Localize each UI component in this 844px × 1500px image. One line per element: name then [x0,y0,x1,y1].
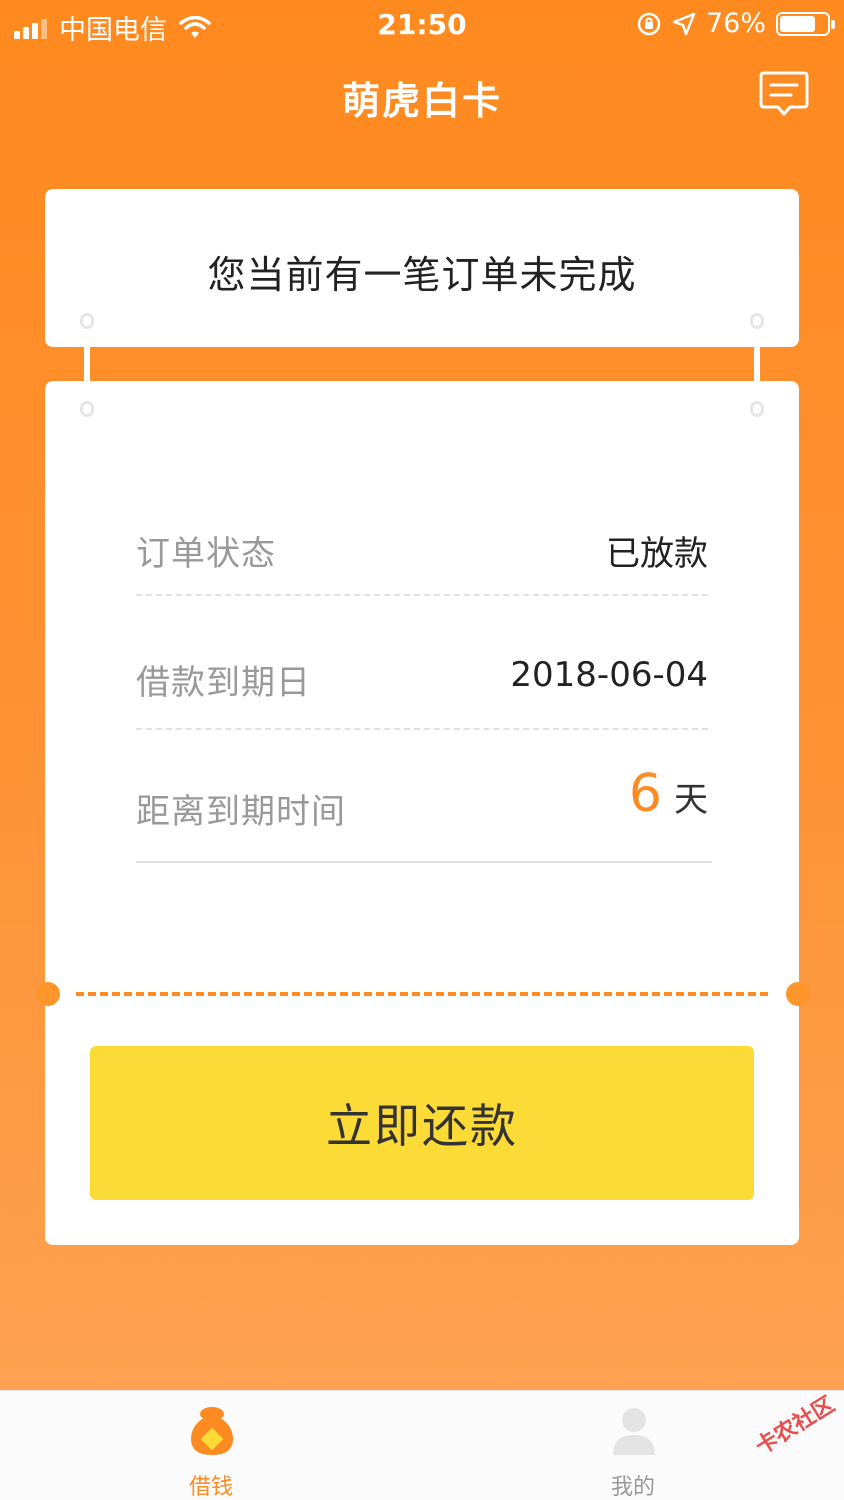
due-date-label: 借款到期日 [136,663,311,703]
battery-percent: 76% [705,8,766,39]
tear-line [76,992,768,996]
battery-icon [776,11,835,36]
row-divider [136,594,708,596]
ring-left-top [80,313,94,329]
ring-right-bottom [750,401,764,417]
ring-left-bottom [80,401,94,417]
tab-borrow-label: 借钱 [188,1475,233,1500]
location-icon [672,12,696,35]
repay-now-button[interactable]: 立即还款 [90,1046,754,1200]
page-title: 萌虎白卡 [341,79,502,123]
orientation-lock-icon [637,12,661,35]
remaining-value: 6天 [629,764,708,824]
tab-bar: 借钱 我的 [0,1390,844,1500]
notch-right [786,982,810,1006]
remaining-unit: 天 [674,780,708,820]
status-bar: 中国电信 21:50 76% [0,0,844,46]
row-divider-solid [136,861,712,863]
battery-fill [780,15,815,32]
user-icon [613,1408,655,1455]
remaining-days: 6 [628,764,662,824]
due-date-value: 2018-06-04 [510,655,708,695]
status-label: 订单状态 [136,534,276,574]
chat-bubble-icon [759,71,809,116]
row-divider [136,728,708,730]
notice-text: 您当前有一笔订单未完成 [207,253,637,297]
message-button[interactable] [758,70,810,118]
status-right: 76% [636,8,835,39]
ring-right-top [750,313,764,329]
tab-borrow[interactable]: 借钱 [111,1391,311,1500]
tab-mine-label: 我的 [610,1475,655,1500]
notch-left [36,982,60,1006]
money-bag-icon [191,1407,233,1455]
remaining-label: 距离到期时间 [136,792,346,832]
tab-mine[interactable]: 我的 [533,1391,733,1500]
status-value: 已放款 [606,534,708,574]
